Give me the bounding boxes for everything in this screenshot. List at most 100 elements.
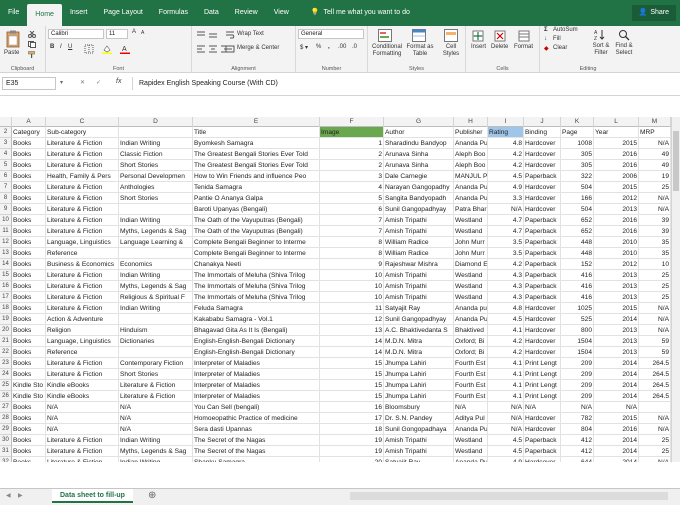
table-cell[interactable]: N/A [488,413,524,424]
table-cell[interactable]: 35 [639,237,671,248]
share-button[interactable]: 👤 Share [631,5,676,21]
row-header[interactable]: 29 [0,424,12,435]
table-cell[interactable]: 11 [320,303,384,314]
table-cell[interactable]: Hardcover [524,413,561,424]
wrap-text-icon[interactable] [225,30,235,40]
tab-insert[interactable]: Insert [62,0,96,26]
table-cell[interactable]: 4 [320,182,384,193]
vertical-scrollbar[interactable] [671,117,680,462]
table-cell[interactable] [119,248,193,259]
table-cell[interactable]: Aditya Pul [454,413,488,424]
table-cell[interactable]: Amish Tripathi [384,435,454,446]
table-cell[interactable]: 2013 [594,270,639,281]
table-cell[interactable]: Hardcover [524,424,561,435]
row-header[interactable]: 13 [0,248,12,259]
table-cell[interactable]: Reference [46,347,119,358]
table-cell[interactable]: Kakababu Samagra - Vol.1 [193,314,320,325]
table-cell[interactable]: 9 [320,259,384,270]
table-cell[interactable]: 2012 [594,193,639,204]
row-header[interactable]: 6 [0,171,12,182]
table-cell[interactable]: Literature & Fiction [46,149,119,160]
table-cell[interactable]: Myths, Legends & Sag [119,446,193,457]
table-cell[interactable]: N/A [639,325,671,336]
table-cell[interactable]: Jhumpa Lahiri [384,358,454,369]
format-table-button[interactable]: Format as Table [406,44,434,58]
table-cell[interactable]: 652 [561,226,594,237]
row-header[interactable]: 5 [0,160,12,171]
table-cell[interactable]: Oxford; Bi [454,347,488,358]
table-cell[interactable]: N/A [639,138,671,149]
table-cell[interactable]: Fourth Est [454,380,488,391]
table-cell[interactable]: N/A [46,413,119,424]
table-cell[interactable]: Hardcover [524,457,561,462]
number-format-box[interactable]: General [298,29,364,39]
table-cell[interactable]: Westland [454,446,488,457]
row-header[interactable]: 2 [0,127,12,138]
table-cell[interactable]: 35 [639,248,671,259]
table-cell[interactable]: 4.2 [488,347,524,358]
table-cell[interactable]: Tenida Samagra [193,182,320,193]
table-cell[interactable]: 14 [320,336,384,347]
table-cell[interactable]: 2015 [594,303,639,314]
clear-button[interactable]: Clear [553,45,567,51]
table-cell[interactable]: 209 [561,391,594,402]
table-cell[interactable]: 13 [320,325,384,336]
table-cell[interactable]: Jhumpa Lahiri [384,369,454,380]
table-cell[interactable]: M.D.N. Mitra [384,347,454,358]
table-cell[interactable]: 4.5 [488,314,524,325]
table-cell[interactable]: Sunil Gangopadhyay [384,204,454,215]
table-cell[interactable]: Amish Tripathi [384,446,454,457]
table-cell[interactable]: Sangita Bandyopadh [384,193,454,204]
table-cell[interactable]: 209 [561,358,594,369]
table-cell[interactable]: 4.3 [488,270,524,281]
table-cell[interactable]: Literature & Fiction [46,204,119,215]
table-cell[interactable]: You Can Sell (bengali) [193,402,320,413]
table-cell[interactable]: 2014 [594,314,639,325]
table-cell[interactable]: Books [12,215,46,226]
table-cell[interactable]: 19 [639,171,671,182]
underline-icon[interactable]: U [68,44,72,50]
table-cell[interactable]: Paperback [524,226,561,237]
row-header[interactable]: 20 [0,325,12,336]
table-cell[interactable]: English-English-Bengali Dictionary [193,336,320,347]
table-cell[interactable]: 59 [639,347,671,358]
table-cell[interactable]: Short Stories [119,160,193,171]
table-cell[interactable]: 3.3 [488,193,524,204]
table-cell[interactable]: Classic Fiction [119,149,193,160]
table-cell[interactable]: 10 [320,292,384,303]
table-cell[interactable]: 4.8 [488,138,524,149]
table-cell[interactable]: N/A [639,413,671,424]
table-cell[interactable]: 15 [320,391,384,402]
table-cell[interactable]: 7 [320,226,384,237]
row-header[interactable]: 17 [0,292,12,303]
table-cell[interactable]: Hardcover [524,314,561,325]
table-cell[interactable]: 2015 [594,138,639,149]
table-cell[interactable]: Hardcover [524,336,561,347]
formula-input[interactable]: Rapidex English Speaking Course (With CD… [132,77,678,90]
table-cell[interactable]: 322 [561,171,594,182]
table-cell[interactable]: 59 [639,336,671,347]
table-cell[interactable]: The Immortals of Meluha (Shiva Trilog [193,292,320,303]
table-cell[interactable]: Amish Tripathi [384,215,454,226]
table-cell[interactable]: 4.5 [488,446,524,457]
table-cell[interactable]: 2013 [594,336,639,347]
table-cell[interactable]: Books [12,193,46,204]
table-cell[interactable]: Ananda Pu [454,457,488,462]
table-cell[interactable]: Pantie O Ananya Galpa [193,193,320,204]
table-cell[interactable]: 264.5 [639,391,671,402]
table-cell[interactable]: Kindle eBooks [46,380,119,391]
table-cell[interactable]: 19 [320,435,384,446]
table-cell[interactable]: Kindle Sto [12,391,46,402]
borders-icon[interactable] [84,44,94,54]
table-cell[interactable]: Literature & Fiction [46,138,119,149]
table-cell[interactable]: Books [12,413,46,424]
table-cell[interactable]: John Murr [454,248,488,259]
cell-styles-button[interactable]: Cell Styles [440,44,462,58]
row-header[interactable]: 28 [0,413,12,424]
table-cell[interactable]: Action & Adventure [46,314,119,325]
sort-filter-icon[interactable]: AZ [594,29,606,41]
table-cell[interactable]: Satyajit Ray [384,303,454,314]
table-cell[interactable]: Paperback [524,237,561,248]
table-cell[interactable]: 4.1 [488,391,524,402]
table-cell[interactable]: Westland [454,215,488,226]
